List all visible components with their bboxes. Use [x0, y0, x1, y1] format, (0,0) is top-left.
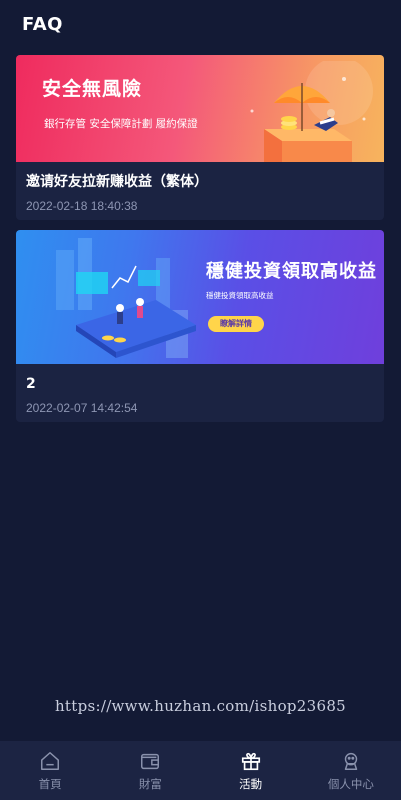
tab-label: 財富 [138, 776, 162, 791]
banner-subline: 銀行存管 安全保障計劃 履約保證 [44, 118, 198, 130]
tab-profile[interactable]: 個人中心 [301, 741, 401, 800]
article-banner: 安全無風險 銀行存管 安全保障計劃 履約保證 [16, 55, 384, 162]
bottom-tabbar: 首頁 財富 活動 個人中心 [0, 741, 401, 800]
tab-activity[interactable]: 活動 [201, 741, 301, 800]
investment-illustration-icon [56, 238, 196, 358]
article-date: 2022-02-18 18:40:38 [26, 199, 138, 213]
wallet-icon [141, 753, 160, 769]
article-banner: 穩健投資領取高收益 穩健投資領取高收益 瞭解詳情 [16, 230, 384, 364]
tab-label: 首頁 [38, 776, 62, 791]
article-date: 2022-02-07 14:42:54 [26, 401, 138, 415]
app-root: FAQ 安全無風險 銀行存管 安全保障計劃 履約保證 邀请好友拉新赚收益（繁体）… [0, 0, 401, 800]
article-body: 邀请好友拉新赚收益（繁体） 2022-02-18 18:40:38 [16, 162, 384, 214]
gift-icon [241, 752, 260, 770]
article-card[interactable]: 安全無風險 銀行存管 安全保障計劃 履約保證 邀请好友拉新赚收益（繁体） 202… [16, 55, 384, 220]
tab-home[interactable]: 首頁 [0, 741, 100, 800]
page-header: FAQ [0, 0, 401, 48]
article-body: 2 2022-02-07 14:42:54 [16, 364, 384, 416]
article-title: 邀请好友拉新赚收益（繁体） [26, 174, 208, 190]
page-title: FAQ [22, 13, 63, 35]
banner-headline: 安全無風險 [42, 78, 143, 100]
banner-headline: 穩健投資領取高收益 [206, 261, 377, 282]
banner-subline: 穩健投資領取高收益 [206, 291, 274, 300]
watermark-text: https://www.huzhan.com/ishop23685 [54, 697, 347, 715]
article-title: 2 [26, 376, 36, 392]
umbrella-illustration-icon [250, 61, 373, 162]
tab-label: 個人中心 [327, 776, 374, 791]
learn-more-button[interactable]: 瞭解詳情 [208, 316, 264, 332]
home-icon [41, 751, 60, 770]
user-icon [344, 752, 358, 770]
tab-label: 活動 [239, 776, 263, 791]
tab-wealth[interactable]: 財富 [100, 741, 200, 800]
article-card[interactable]: 穩健投資領取高收益 穩健投資領取高收益 瞭解詳情 2 2022-02-07 14… [16, 230, 384, 422]
